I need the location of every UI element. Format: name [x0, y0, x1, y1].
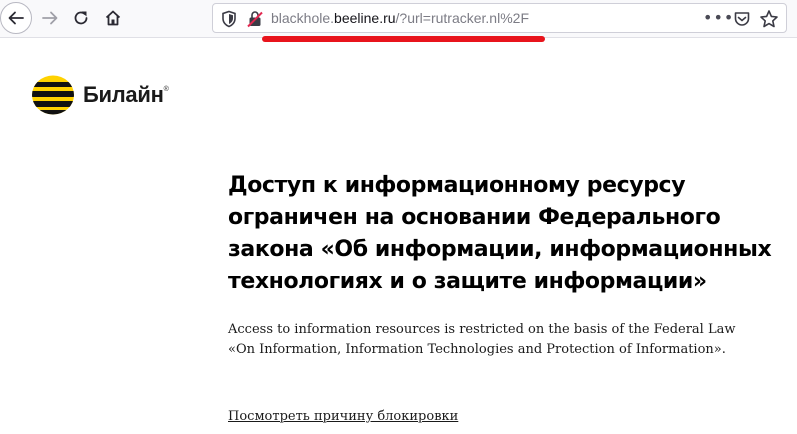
- brand-name-text: Билайн: [83, 82, 164, 107]
- notice-line: Access to information resources is restr…: [228, 322, 736, 337]
- back-button[interactable]: [0, 2, 32, 34]
- url-text[interactable]: blackhole.beeline.ru/?url=rutracker.nl%2…: [271, 10, 529, 26]
- forward-button[interactable]: [34, 2, 66, 34]
- insecure-lock-icon[interactable]: [247, 10, 263, 28]
- page-heading: Доступ к информационному ресурсу огранич…: [228, 170, 772, 298]
- url-highlight-underline: [262, 36, 545, 42]
- browser-toolbar: blackhole.beeline.ru/?url=rutracker.nl%2…: [0, 0, 797, 38]
- reload-icon: [74, 11, 88, 25]
- beeline-logo-icon: [32, 75, 74, 115]
- notice-line: «On Information, Information Technologie…: [228, 342, 726, 357]
- home-button[interactable]: [97, 2, 129, 34]
- pocket-icon[interactable]: [733, 10, 751, 28]
- reload-button[interactable]: [65, 2, 97, 34]
- bookmark-star-icon[interactable]: [759, 9, 779, 29]
- registered-mark: ®: [163, 86, 169, 93]
- heading-line: закона «Об информации, информационных: [228, 237, 772, 262]
- arrow-left-icon: [8, 11, 24, 25]
- english-notice: Access to information resources is restr…: [228, 320, 788, 360]
- heading-line: ограничен на основании Федерального: [228, 205, 721, 230]
- shield-icon[interactable]: [221, 10, 237, 28]
- url-prefix: blackhole.: [271, 10, 335, 26]
- url-domain: beeline.ru: [334, 10, 396, 26]
- home-icon: [105, 10, 121, 26]
- heading-line: технологиях и о защите информации»: [228, 269, 707, 294]
- url-path: /?url=rutracker.nl%2F: [395, 10, 529, 26]
- brand-name: Билайн®: [83, 82, 169, 108]
- address-bar[interactable]: blackhole.beeline.ru/?url=rutracker.nl%2…: [212, 3, 787, 33]
- arrow-right-icon: [42, 11, 58, 25]
- page-actions-icon[interactable]: •••: [703, 8, 734, 27]
- view-block-reason-link[interactable]: Посмотреть причину блокировки: [228, 409, 458, 424]
- heading-line: Доступ к информационному ресурсу: [228, 173, 686, 198]
